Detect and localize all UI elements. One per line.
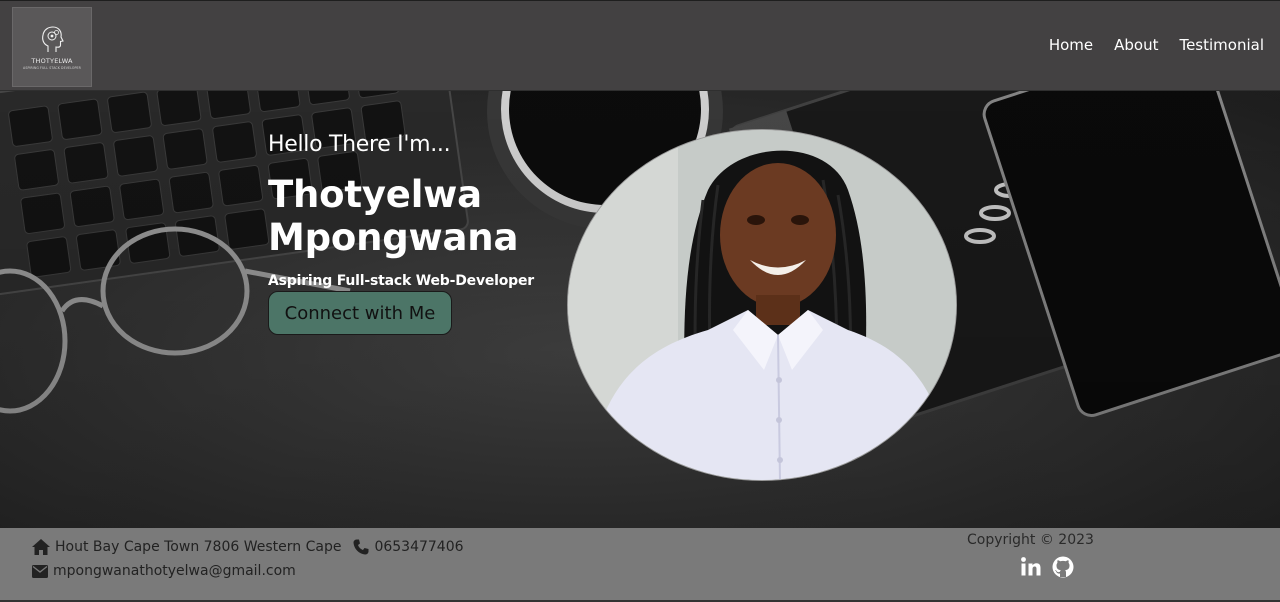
phone-icon xyxy=(353,539,369,555)
github-icon[interactable] xyxy=(1052,556,1074,578)
connect-button[interactable]: Connect with Me xyxy=(268,291,452,335)
logo-title: THOTYELWA xyxy=(31,56,73,65)
logo[interactable]: THOTYELWA ASPIRING FULL STACK DEVELOPER xyxy=(12,7,92,87)
nav-about[interactable]: About xyxy=(1114,36,1158,54)
head-gears-icon xyxy=(42,25,64,52)
nav-home[interactable]: Home xyxy=(1049,36,1093,54)
phone-text: 0653477406 xyxy=(374,539,464,555)
email-text: mpongwanathotyelwa@gmail.com xyxy=(53,563,296,579)
logo-subtitle: ASPIRING FULL STACK DEVELOPER xyxy=(23,65,81,70)
social-links xyxy=(1020,556,1074,578)
hero-greeting: Hello There I'm... xyxy=(268,132,451,157)
nav-menu: Home About Testimonial xyxy=(1049,36,1264,54)
home-icon xyxy=(32,539,50,555)
linkedin-icon[interactable] xyxy=(1020,556,1042,578)
hero-name: Thotyelwa Mpongwana xyxy=(268,173,519,259)
contact-row-2: mpongwanathotyelwa@gmail.com xyxy=(32,563,296,579)
hero-section: Hello There I'm... Thotyelwa Mpongwana A… xyxy=(0,91,1280,528)
navbar: THOTYELWA ASPIRING FULL STACK DEVELOPER … xyxy=(0,0,1280,91)
address-text: Hout Bay Cape Town 7806 Western Cape xyxy=(55,539,342,555)
envelope-icon xyxy=(32,564,48,578)
profile-photo xyxy=(567,129,957,481)
hero-tagline: Aspiring Full-stack Web-Developer xyxy=(268,273,534,289)
copyright-text: Copyright © 2023 xyxy=(967,532,1094,548)
contact-row-1: Hout Bay Cape Town 7806 Western Cape 065… xyxy=(32,539,464,555)
nav-testimonial[interactable]: Testimonial xyxy=(1179,36,1264,54)
footer: Hout Bay Cape Town 7806 Western Cape 065… xyxy=(0,528,1280,602)
